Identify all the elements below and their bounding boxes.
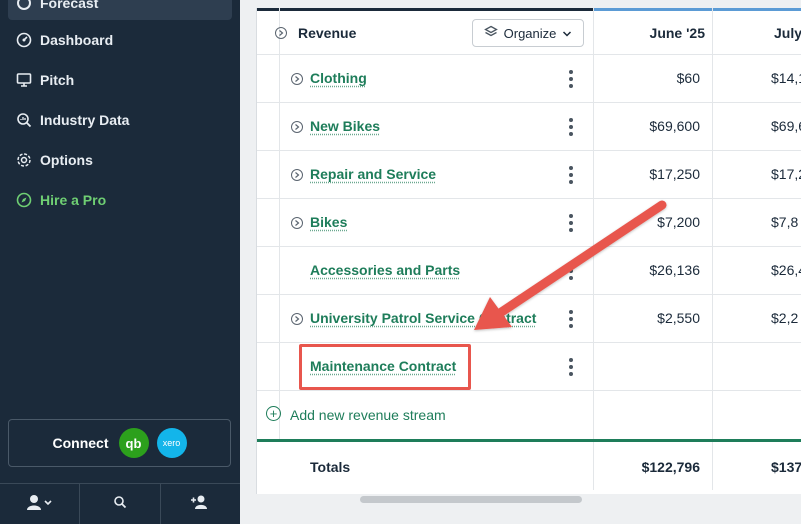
annotation-arrow-icon — [474, 200, 667, 330]
